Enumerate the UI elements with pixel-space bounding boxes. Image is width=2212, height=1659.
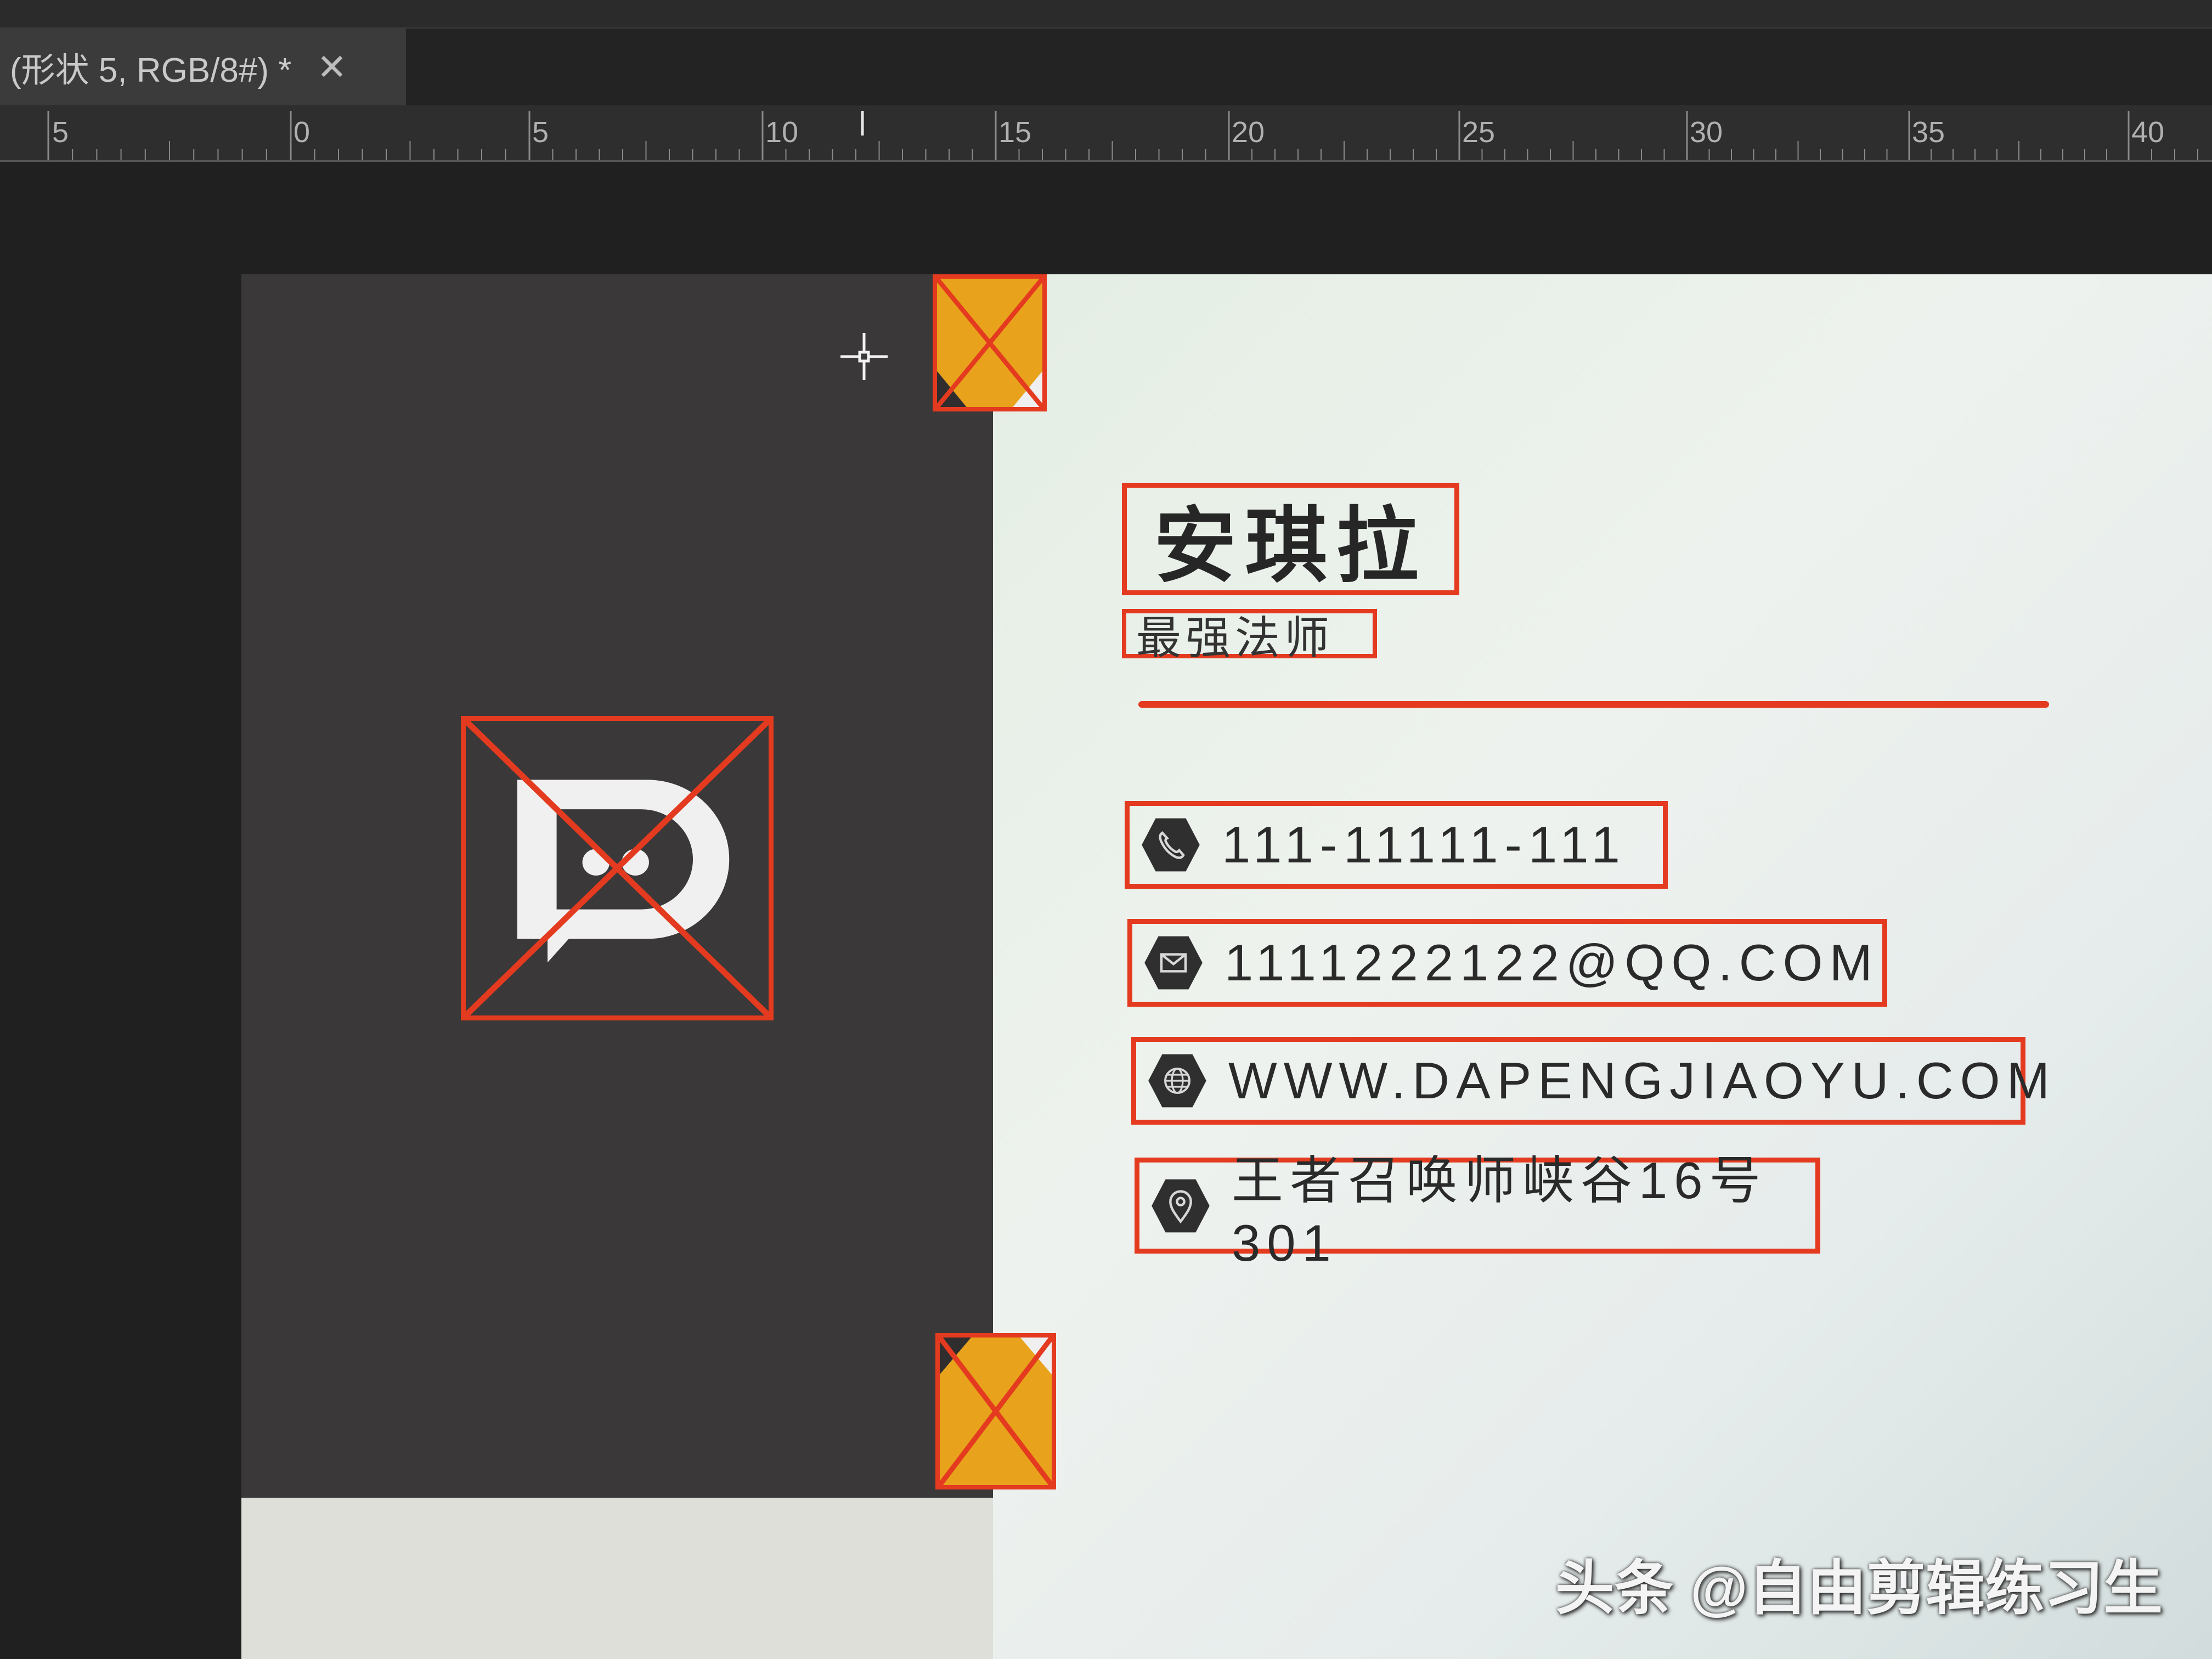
watermark-text: 头条 @自由剪辑练习生: [1555, 1555, 2163, 1621]
location-pin-icon: [1152, 1179, 1210, 1232]
ruler-label: 35: [1912, 116, 1945, 149]
website-text-layer[interactable]: WWW.DAPENGJIAOYU.COM: [1131, 1037, 2050, 1125]
divider-line[interactable]: [1138, 701, 2049, 708]
placeholder-cross-icon: [937, 279, 1042, 407]
ruler-ticks: [47, 111, 2198, 160]
image-placeholder-top[interactable]: [933, 274, 1047, 411]
ruler-label: 30: [1690, 116, 1723, 149]
canvas-bottom-area[interactable]: [241, 1498, 993, 1659]
globe-icon: [1148, 1054, 1206, 1108]
title-text-layer[interactable]: 最强法师: [1122, 609, 1377, 663]
ruler-label: 0: [294, 116, 311, 149]
placeholder-cross-icon: [940, 1338, 1052, 1485]
name-text-layer[interactable]: 安琪拉: [1122, 483, 1459, 595]
close-icon[interactable]: ✕: [317, 46, 347, 88]
document-tab-title: (形状 5, RGB/8#) *: [10, 52, 292, 89]
ruler-label: 5: [532, 116, 549, 149]
ruler-label: 15: [998, 116, 1032, 149]
phone-icon: [1142, 818, 1200, 872]
mail-icon: [1144, 936, 1203, 990]
move-cursor-icon: [840, 333, 888, 380]
email-text: 1111222122@QQ.COM: [1224, 934, 1879, 991]
ruler-label: 20: [1232, 116, 1265, 149]
ruler-label: 5: [52, 116, 69, 149]
ruler-label: 40: [2131, 116, 2165, 149]
logo-placeholder[interactable]: [461, 716, 774, 1020]
document-tab[interactable]: (形状 5, RGB/8#) * ✕: [0, 29, 406, 105]
horizontal-ruler[interactable]: 5 0 5 10 15 20 25 30 35 40: [0, 105, 2212, 162]
phone-text: 111-11111-111: [1222, 816, 1627, 873]
address-text: 王者召唤师峡谷16号301: [1232, 1151, 1768, 1272]
website-text: WWW.DAPENGJIAOYU.COM: [1228, 1052, 2056, 1109]
phone-text-layer[interactable]: 111-11111-111: [1125, 801, 1668, 889]
document-tab-bar: (形状 5, RGB/8#) * ✕: [0, 29, 2212, 105]
email-text-layer[interactable]: 1111222122@QQ.COM: [1127, 919, 1887, 1007]
address-text-layer[interactable]: 王者召唤师峡谷16号301: [1135, 1152, 1820, 1272]
image-placeholder-bottom[interactable]: [935, 1333, 1056, 1489]
logo-d-icon: [466, 721, 769, 1015]
options-toolbar: [0, 0, 2212, 29]
ruler-label: 25: [1462, 116, 1496, 149]
ruler-label: 10: [765, 116, 799, 149]
